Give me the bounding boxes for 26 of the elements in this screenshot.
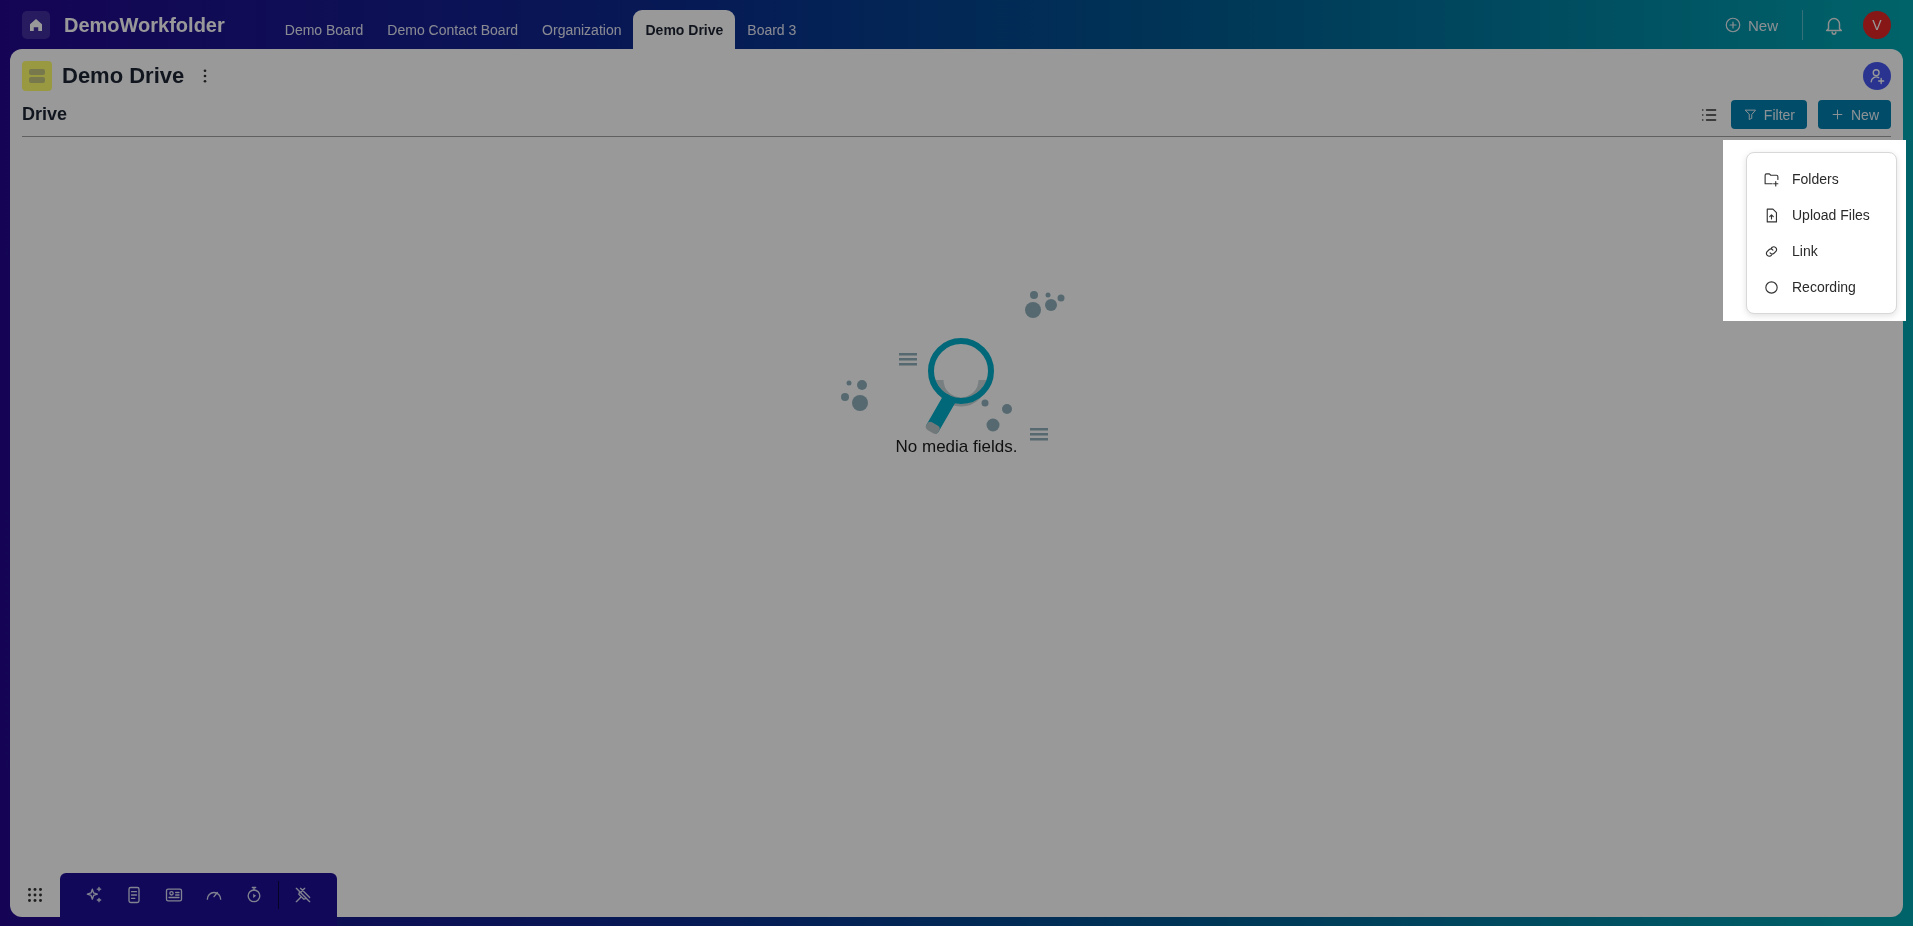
- page-title: Demo Drive: [62, 63, 185, 89]
- plus-circle-icon: [1724, 16, 1742, 34]
- user-avatar[interactable]: V: [1863, 11, 1891, 39]
- unpin-icon[interactable]: [293, 885, 313, 905]
- tab[interactable]: Organization: [530, 10, 634, 50]
- circle-icon: [1763, 278, 1780, 296]
- drive-logo-icon: [22, 61, 52, 91]
- section-title: Drive: [22, 104, 68, 125]
- menu-item[interactable]: Link: [1747, 233, 1896, 269]
- app-title: DemoWorkfolder: [64, 13, 225, 37]
- new-button[interactable]: New: [1818, 100, 1891, 129]
- tab[interactable]: Demo Board: [272, 10, 376, 50]
- menu-item[interactable]: Upload Files: [1747, 197, 1896, 233]
- folder-plus-icon: [1763, 170, 1780, 188]
- tab[interactable]: Demo Drive: [633, 10, 736, 50]
- filter-button[interactable]: Filter: [1730, 100, 1807, 129]
- tab[interactable]: Demo Contact Board: [375, 10, 531, 50]
- tab[interactable]: Board 3: [735, 10, 809, 50]
- add-user-button[interactable]: [1863, 62, 1891, 90]
- plus-icon: [1830, 107, 1845, 122]
- filter-icon: [1742, 107, 1758, 122]
- menu-item[interactable]: Folders: [1747, 161, 1896, 197]
- menu-item[interactable]: Recording: [1747, 269, 1896, 305]
- home-icon: [27, 16, 45, 34]
- empty-state-message: No media fields.: [895, 437, 1018, 457]
- sparkle-icon[interactable]: [84, 885, 104, 905]
